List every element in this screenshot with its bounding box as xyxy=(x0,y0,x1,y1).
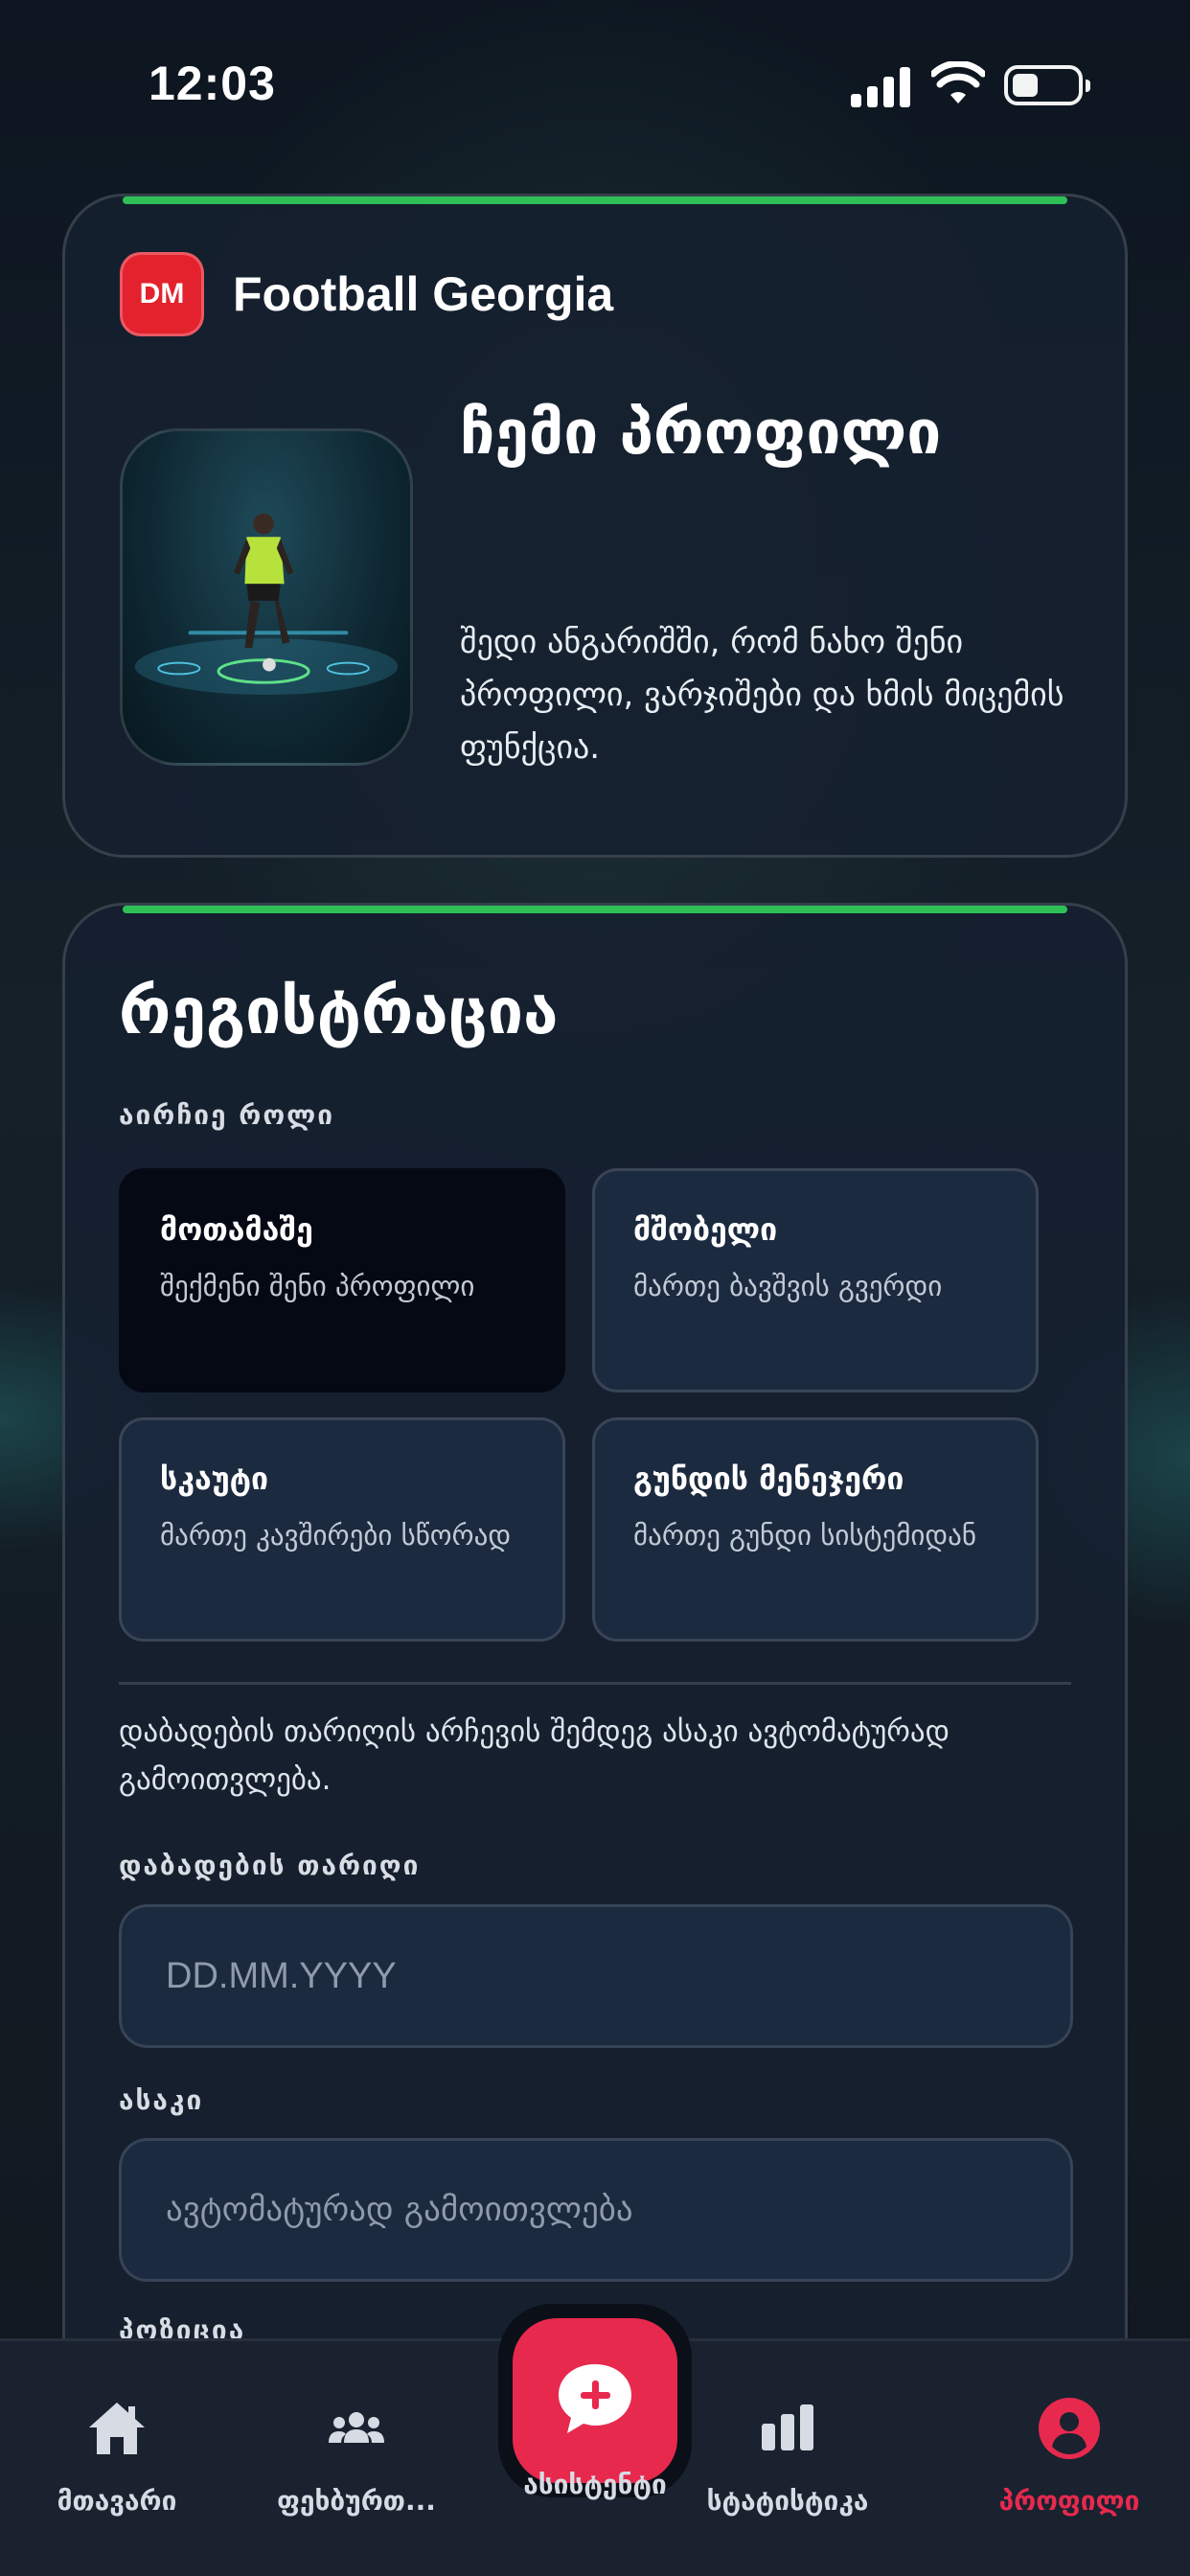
bar-chart-icon xyxy=(762,2404,813,2450)
birthdate-label: დაბადების თარიღი xyxy=(119,1850,421,1881)
status-bar: 12:03 xyxy=(0,0,1190,163)
card-accent-line xyxy=(123,906,1067,913)
role-option-parent[interactable]: მშობელი მართე ბავშვის გვერდი xyxy=(592,1168,1039,1392)
role-name: გუნდის მენეჯერი xyxy=(633,1460,904,1497)
tab-assistant[interactable] xyxy=(513,2318,677,2483)
chat-plus-icon xyxy=(559,2364,631,2433)
role-description: მართე გუნდი სისტემიდან xyxy=(633,1519,976,1552)
tab-home[interactable]: მთავარი xyxy=(21,2341,213,2576)
status-time: 12:03 xyxy=(149,57,276,110)
divider xyxy=(119,1682,1071,1685)
role-description: მართე კავშირები სწორად xyxy=(160,1519,512,1552)
role-description: მართე ბავშვის გვერდი xyxy=(633,1270,943,1302)
brand: DM Football Georgia xyxy=(120,252,613,336)
player-illustration xyxy=(134,513,399,695)
tab-profile[interactable]: პროფილი xyxy=(973,2341,1165,2576)
tab-statistics[interactable]: სტატისტიკა xyxy=(692,2341,883,2576)
role-name: სკაუტი xyxy=(160,1460,269,1497)
role-name: მოთამაშე xyxy=(160,1211,313,1248)
age-input[interactable]: ავტომატურად გამოითვლება xyxy=(119,2138,1073,2282)
tab-label: ფეხბურთ... xyxy=(277,2485,436,2517)
role-option-player[interactable]: მოთამაშე შექმენი შენი პროფილი xyxy=(119,1168,565,1392)
age-label: ასაკი xyxy=(119,2084,204,2116)
birthdate-input[interactable]: DD.MM.YYYY xyxy=(119,1904,1073,2048)
users-icon xyxy=(329,2412,384,2443)
role-name: მშობელი xyxy=(633,1211,778,1248)
brand-name: Football Georgia xyxy=(233,267,614,321)
tab-label: სტატისტიკა xyxy=(706,2485,869,2517)
tab-players[interactable]: ფეხბურთ... xyxy=(261,2341,452,2576)
registration-title: რეგისტრაცია xyxy=(119,975,559,1048)
home-icon xyxy=(89,2403,145,2454)
role-option-scout[interactable]: სკაუტი მართე კავშირები სწორად xyxy=(119,1417,565,1642)
role-label: აირჩიე როლი xyxy=(119,1099,335,1131)
role-description: შექმენი შენი პროფილი xyxy=(160,1270,475,1302)
cellular-signal-icon xyxy=(851,65,910,107)
battery-icon xyxy=(1004,65,1090,105)
tab-assistant-label: ასისტენტი xyxy=(523,2469,667,2500)
age-note: დაბადების თარიღის არჩევის შემდეგ ასაკი ა… xyxy=(119,1714,950,1797)
page-title: ჩემი პროფილი xyxy=(460,398,942,469)
profile-card: DM Football Georgia ჩემი პროფილი შედი ან… xyxy=(62,194,1128,858)
profile-description: შედი ანგარიშში, რომ ნახო შენი პროფილი, ვ… xyxy=(460,623,1064,768)
registration-card: რეგისტრაცია აირჩიე როლი მოთამაშე შექმენი… xyxy=(62,903,1128,2436)
wifi-icon xyxy=(931,61,985,104)
tab-label: მთავარი xyxy=(57,2485,177,2517)
brand-logo: DM xyxy=(120,252,204,336)
player-hero-image xyxy=(120,428,413,766)
role-option-team-manager[interactable]: გუნდის მენეჯერი მართე გუნდი სისტემიდან xyxy=(592,1417,1039,1642)
card-accent-line xyxy=(123,196,1067,204)
tab-label: პროფილი xyxy=(998,2485,1140,2517)
user-icon xyxy=(1039,2398,1100,2459)
